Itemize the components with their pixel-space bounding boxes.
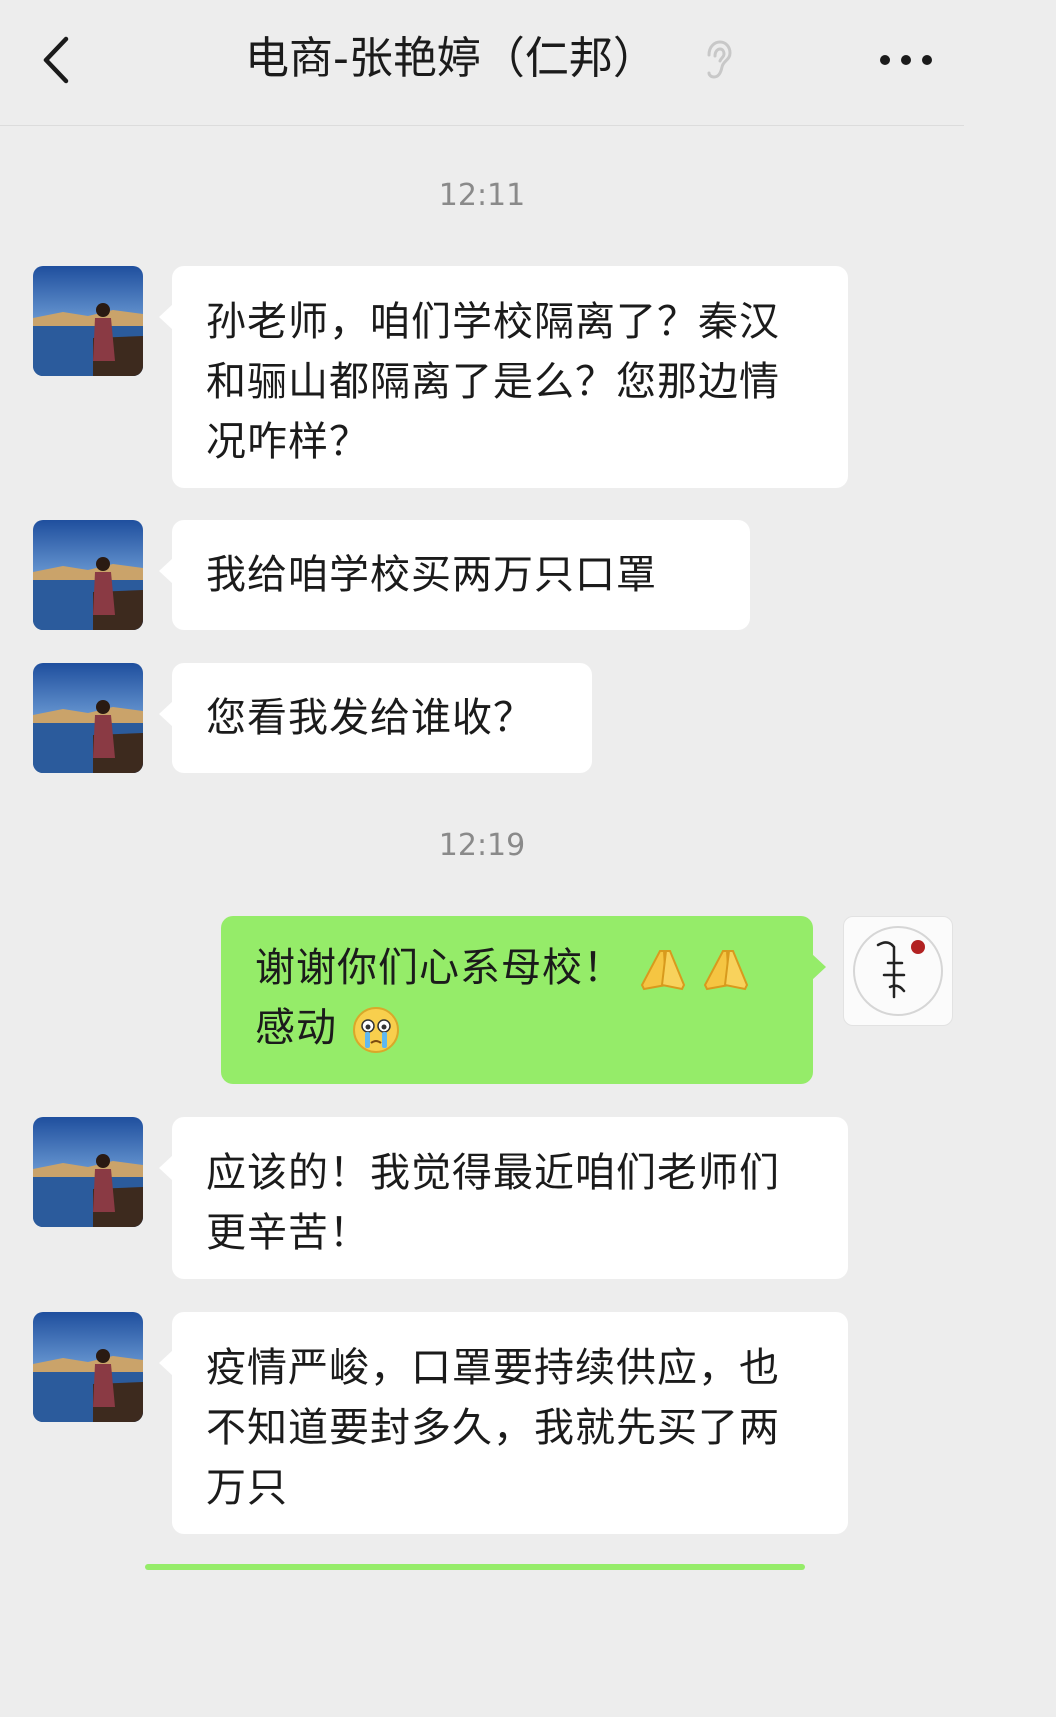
contact-avatar[interactable] bbox=[33, 663, 143, 773]
more-dots-icon bbox=[880, 55, 932, 65]
message-timestamp: 12:19 bbox=[438, 828, 526, 863]
ear-icon bbox=[700, 38, 736, 82]
chevron-left-icon bbox=[43, 36, 69, 84]
message-text-2: 感动 bbox=[255, 1005, 337, 1051]
message-bubble[interactable]: 您看我发给谁收？ bbox=[159, 663, 592, 773]
back-button[interactable] bbox=[28, 28, 84, 92]
self-avatar[interactable] bbox=[843, 916, 953, 1026]
message-text: 应该的！我觉得最近咱们老师们更辛苦！ bbox=[206, 1150, 780, 1256]
message-bubble[interactable]: 应该的！我觉得最近咱们老师们更辛苦！ bbox=[159, 1117, 848, 1279]
message-text: 孙老师，咱们学校隔离了？秦汉和骊山都隔离了是么？您那边情况咋样？ bbox=[206, 299, 780, 465]
chat-title: 电商-张艳婷（仁邦） bbox=[245, 33, 657, 84]
contact-avatar[interactable] bbox=[33, 1117, 143, 1227]
message-text: 疫情严峻，口罩要持续供应，也不知道要封多久，我就先买了两万只 bbox=[206, 1345, 780, 1511]
pray-hands-emoji bbox=[640, 950, 685, 991]
message-text: 我给咱学校买两万只口罩 bbox=[206, 552, 657, 598]
next-message-edge bbox=[145, 1564, 805, 1570]
message-text: 您看我发给谁收？ bbox=[206, 695, 534, 741]
crying-emoji bbox=[352, 1007, 399, 1053]
chat-header: 电商-张艳婷（仁邦） bbox=[0, 0, 964, 126]
contact-avatar[interactable] bbox=[33, 266, 143, 376]
message-bubble[interactable]: 疫情严峻，口罩要持续供应，也不知道要封多久，我就先买了两万只 bbox=[159, 1312, 848, 1534]
contact-avatar[interactable] bbox=[33, 1312, 143, 1422]
message-bubble[interactable]: 孙老师，咱们学校隔离了？秦汉和骊山都隔离了是么？您那边情况咋样？ bbox=[159, 266, 848, 488]
message-bubble[interactable]: 我给咱学校买两万只口罩 bbox=[159, 520, 750, 630]
more-options-button[interactable] bbox=[872, 30, 940, 90]
message-bubble-self[interactable]: 谢谢你们心系母校！ 感动 bbox=[221, 916, 826, 1084]
message-text: 谢谢你们心系母校！ bbox=[255, 945, 624, 991]
pray-hands-emoji bbox=[704, 950, 749, 991]
message-timestamp: 12:11 bbox=[438, 178, 526, 213]
contact-avatar[interactable] bbox=[33, 520, 143, 630]
